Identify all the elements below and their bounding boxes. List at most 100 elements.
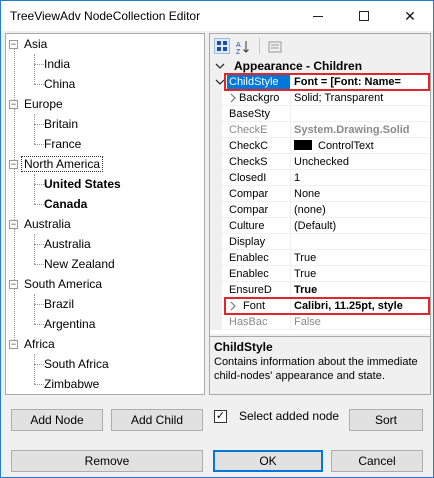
property-row[interactable]: Culture (Default) <box>210 218 430 234</box>
property-pages-icon[interactable] <box>266 38 282 54</box>
property-value[interactable]: (none) <box>294 202 430 218</box>
category-header[interactable]: Appearance - Children <box>210 58 430 74</box>
property-value[interactable] <box>294 234 430 250</box>
category-label: Appearance - Children <box>234 59 363 73</box>
tree-node-brazil[interactable]: Brazil <box>44 294 74 314</box>
tree-node-india[interactable]: India <box>44 54 70 74</box>
property-name: Compar <box>227 202 291 218</box>
minimize-icon <box>313 15 323 17</box>
tree-node-australia[interactable]: Australia <box>24 214 71 234</box>
property-value-text: ControlText <box>318 140 374 152</box>
tree-node-africa[interactable]: Africa <box>24 334 55 354</box>
tree-connector <box>34 64 44 65</box>
collapse-icon[interactable]: − <box>9 160 18 169</box>
property-grid-rows[interactable]: Appearance - Children ChildStyle Font = … <box>210 58 430 334</box>
window-title: TreeViewAdv NodeCollection Editor <box>10 9 201 23</box>
property-name: HasBac <box>227 314 291 330</box>
property-name: CheckC <box>227 138 291 154</box>
property-value[interactable]: Unchecked <box>294 154 430 170</box>
property-row[interactable]: Enablec True <box>210 250 430 266</box>
tree-branch-line <box>34 354 35 384</box>
ok-button[interactable]: OK <box>213 450 323 472</box>
property-row[interactable]: ClosedI 1 <box>210 170 430 186</box>
close-button[interactable]: ✕ <box>387 1 433 31</box>
toolbar-separator <box>259 38 260 54</box>
property-value[interactable]: True <box>294 266 430 282</box>
tree-node-europe[interactable]: Europe <box>24 94 63 114</box>
row-gutter <box>210 170 222 186</box>
row-gutter <box>210 154 222 170</box>
row-gutter <box>210 298 222 314</box>
property-value[interactable]: ControlText <box>294 138 430 154</box>
property-row[interactable]: EnsureD True <box>210 282 430 298</box>
collapse-icon[interactable]: − <box>9 100 18 109</box>
svg-text:Z: Z <box>236 49 241 55</box>
collapse-icon[interactable]: − <box>9 340 18 349</box>
property-row[interactable]: Display <box>210 234 430 250</box>
cancel-button[interactable]: Cancel <box>331 450 423 472</box>
tree-node-zimbabwe[interactable]: Zimbabwe <box>44 374 99 394</box>
collapse-icon[interactable]: − <box>9 220 18 229</box>
property-row[interactable]: CheckS Unchecked <box>210 154 430 170</box>
row-gutter <box>210 202 222 218</box>
property-value[interactable]: True <box>294 282 430 298</box>
tree-connector <box>34 124 44 125</box>
property-row[interactable]: Compar None <box>210 186 430 202</box>
property-name: CheckE <box>227 122 291 138</box>
property-value[interactable] <box>294 106 430 122</box>
property-row[interactable]: Backgro Solid; Transparent <box>210 90 430 106</box>
property-row[interactable]: CheckC ControlText <box>210 138 430 154</box>
tree-node-australia-child[interactable]: Australia <box>44 234 91 254</box>
property-value[interactable]: True <box>294 250 430 266</box>
tree-branch-line <box>34 234 35 264</box>
add-node-button[interactable]: Add Node <box>11 409 103 431</box>
title-bar: TreeViewAdv NodeCollection Editor ✕ <box>1 1 433 31</box>
select-added-node-checkbox[interactable]: ✓ <box>214 410 227 423</box>
tree-connector <box>34 244 44 245</box>
row-gutter <box>210 250 222 266</box>
alphabetical-icon[interactable]: AZ <box>234 38 250 56</box>
highlight-box-font <box>224 297 430 315</box>
row-gutter <box>210 282 222 298</box>
property-value[interactable]: (Default) <box>294 218 430 234</box>
property-value[interactable]: Solid; Transparent <box>294 90 430 106</box>
maximize-button[interactable] <box>341 1 387 31</box>
sort-button[interactable]: Sort <box>349 409 423 431</box>
tree-node-south-america[interactable]: South America <box>24 274 102 294</box>
tree-node-china[interactable]: China <box>44 74 75 94</box>
tree-node-britain[interactable]: Britain <box>44 114 78 134</box>
description-title: ChildStyle <box>214 340 273 354</box>
tree-node-united-states[interactable]: United States <box>44 174 121 194</box>
property-row[interactable]: HasBac False <box>210 314 430 330</box>
property-grid[interactable]: AZ Appearance - Children ChildStyle Font… <box>209 33 431 395</box>
collapse-icon[interactable]: − <box>9 280 18 289</box>
property-name: ClosedI <box>227 170 291 186</box>
property-value[interactable]: 1 <box>294 170 430 186</box>
tree-connector <box>34 364 44 365</box>
categorized-icon[interactable] <box>214 38 230 54</box>
node-tree[interactable]: − Asia India China − Europe Britain Fran… <box>5 33 205 395</box>
collapse-icon[interactable]: − <box>9 40 18 49</box>
tree-node-france[interactable]: France <box>44 134 81 154</box>
property-value[interactable]: False <box>294 314 430 330</box>
property-row[interactable]: CheckE System.Drawing.Solid <box>210 122 430 138</box>
tree-node-argentina[interactable]: Argentina <box>44 314 95 334</box>
tree-node-north-america[interactable]: North America <box>20 156 104 172</box>
highlight-box-childstyle <box>224 73 430 91</box>
tree-node-new-zealand[interactable]: New Zealand <box>44 254 115 274</box>
property-row[interactable]: BaseSty <box>210 106 430 122</box>
chevron-down-icon[interactable] <box>214 58 226 74</box>
property-value[interactable]: None <box>294 186 430 202</box>
tree-node-asia[interactable]: Asia <box>24 34 47 54</box>
tree-branch-line <box>34 174 35 204</box>
tree-node-south-africa[interactable]: South Africa <box>44 354 109 374</box>
row-gutter <box>210 266 222 282</box>
property-row[interactable]: Enablec True <box>210 266 430 282</box>
property-row[interactable]: Compar (none) <box>210 202 430 218</box>
minimize-button[interactable] <box>295 1 341 31</box>
add-child-button[interactable]: Add Child <box>111 409 203 431</box>
tree-node-canada[interactable]: Canada <box>44 194 87 214</box>
property-name: Enablec <box>227 266 291 282</box>
property-value[interactable]: System.Drawing.Solid <box>294 122 430 138</box>
remove-button[interactable]: Remove <box>11 450 203 472</box>
